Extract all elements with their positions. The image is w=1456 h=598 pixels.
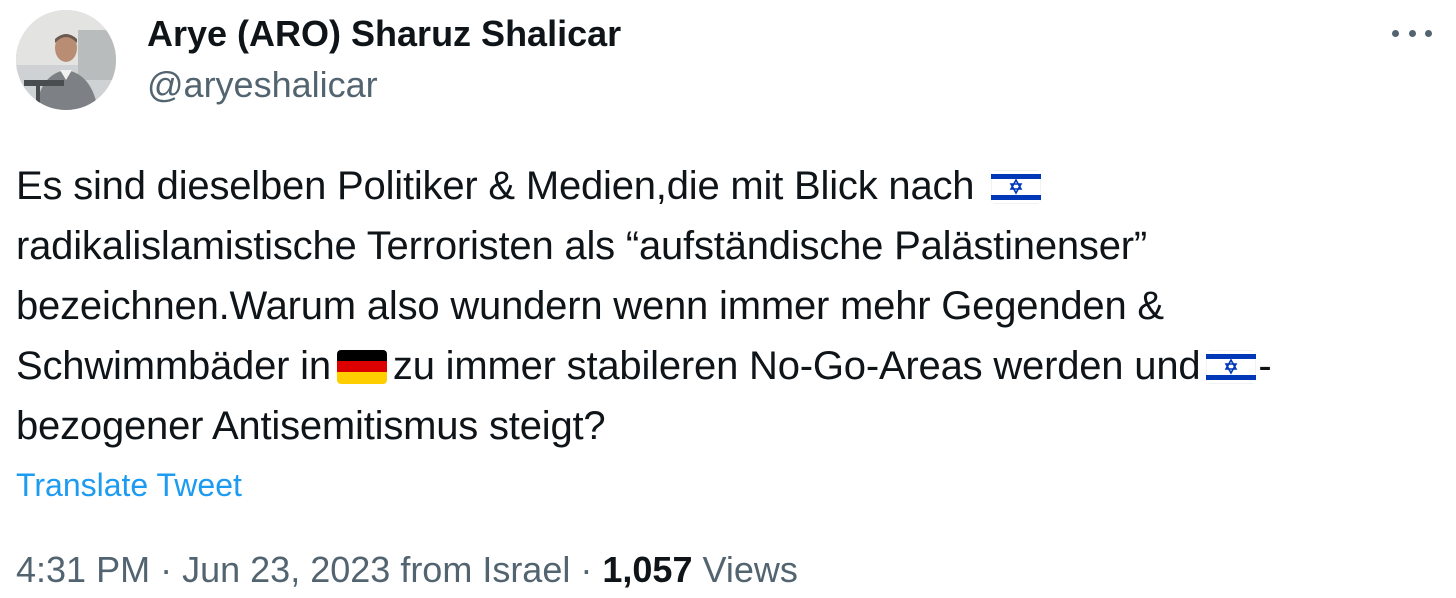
- tweet-line: Schwimmbäder in zu immer stabileren No-G…: [16, 336, 1446, 396]
- tweet-line: bezeichnen.Warum also wundern wenn immer…: [16, 276, 1446, 336]
- more-dot: [1392, 29, 1399, 37]
- tweet-text-segment: bezeichnen.Warum also wundern wenn immer…: [16, 284, 1164, 328]
- meta-separator: ·: [160, 549, 173, 590]
- flag-israel-icon: [1206, 350, 1257, 384]
- flag-israel-icon: [991, 170, 1042, 204]
- views-count[interactable]: 1,057: [602, 549, 692, 590]
- more-options-icon[interactable]: [1392, 18, 1432, 48]
- tweet-line: radikalislamistische Terroristen als “au…: [16, 216, 1446, 276]
- author-avatar[interactable]: [16, 10, 116, 110]
- more-dot: [1408, 29, 1416, 37]
- tweet-location: from Israel: [400, 549, 571, 590]
- tweet-text-segment: -: [1258, 344, 1272, 388]
- tweet-line: bezogener Antisemitismus steigt?: [16, 396, 1446, 456]
- more-dot: [1425, 29, 1432, 37]
- tweet-text-segment: Es sind dieselben Politiker & Medien,die…: [16, 164, 975, 208]
- translate-tweet-link[interactable]: Translate Tweet: [16, 465, 242, 505]
- author-handle[interactable]: @aryeshalicar: [147, 63, 378, 107]
- flag-germany-icon: [336, 350, 387, 384]
- tweet-line: Es sind dieselben Politiker & Medien,die…: [16, 156, 1446, 216]
- tweet-card: Arye (ARO) Sharuz Shalicar @aryeshalicar…: [0, 0, 1456, 598]
- tweet-text-segment: Schwimmbäder in: [16, 344, 331, 388]
- tweet-text-segment: radikalislamistische Terroristen als “au…: [16, 224, 1147, 268]
- tweet-text-segment: bezogener Antisemitismus steigt?: [16, 404, 606, 448]
- author-display-name[interactable]: Arye (ARO) Sharuz Shalicar: [147, 12, 621, 56]
- tweet-time[interactable]: 4:31 PM: [16, 549, 150, 590]
- tweet-text-segment: zu immer stabileren No-Go-Areas werden u…: [392, 344, 1201, 388]
- views-label[interactable]: Views: [703, 549, 798, 590]
- profile-photo-icon: [16, 10, 116, 110]
- tweet-date[interactable]: Jun 23, 2023: [182, 549, 390, 590]
- tweet-meta: 4:31 PM · Jun 23, 2023 from Israel · 1,0…: [16, 548, 798, 592]
- tweet-text: Es sind dieselben Politiker & Medien,die…: [16, 156, 1446, 456]
- meta-separator: ·: [580, 549, 593, 590]
